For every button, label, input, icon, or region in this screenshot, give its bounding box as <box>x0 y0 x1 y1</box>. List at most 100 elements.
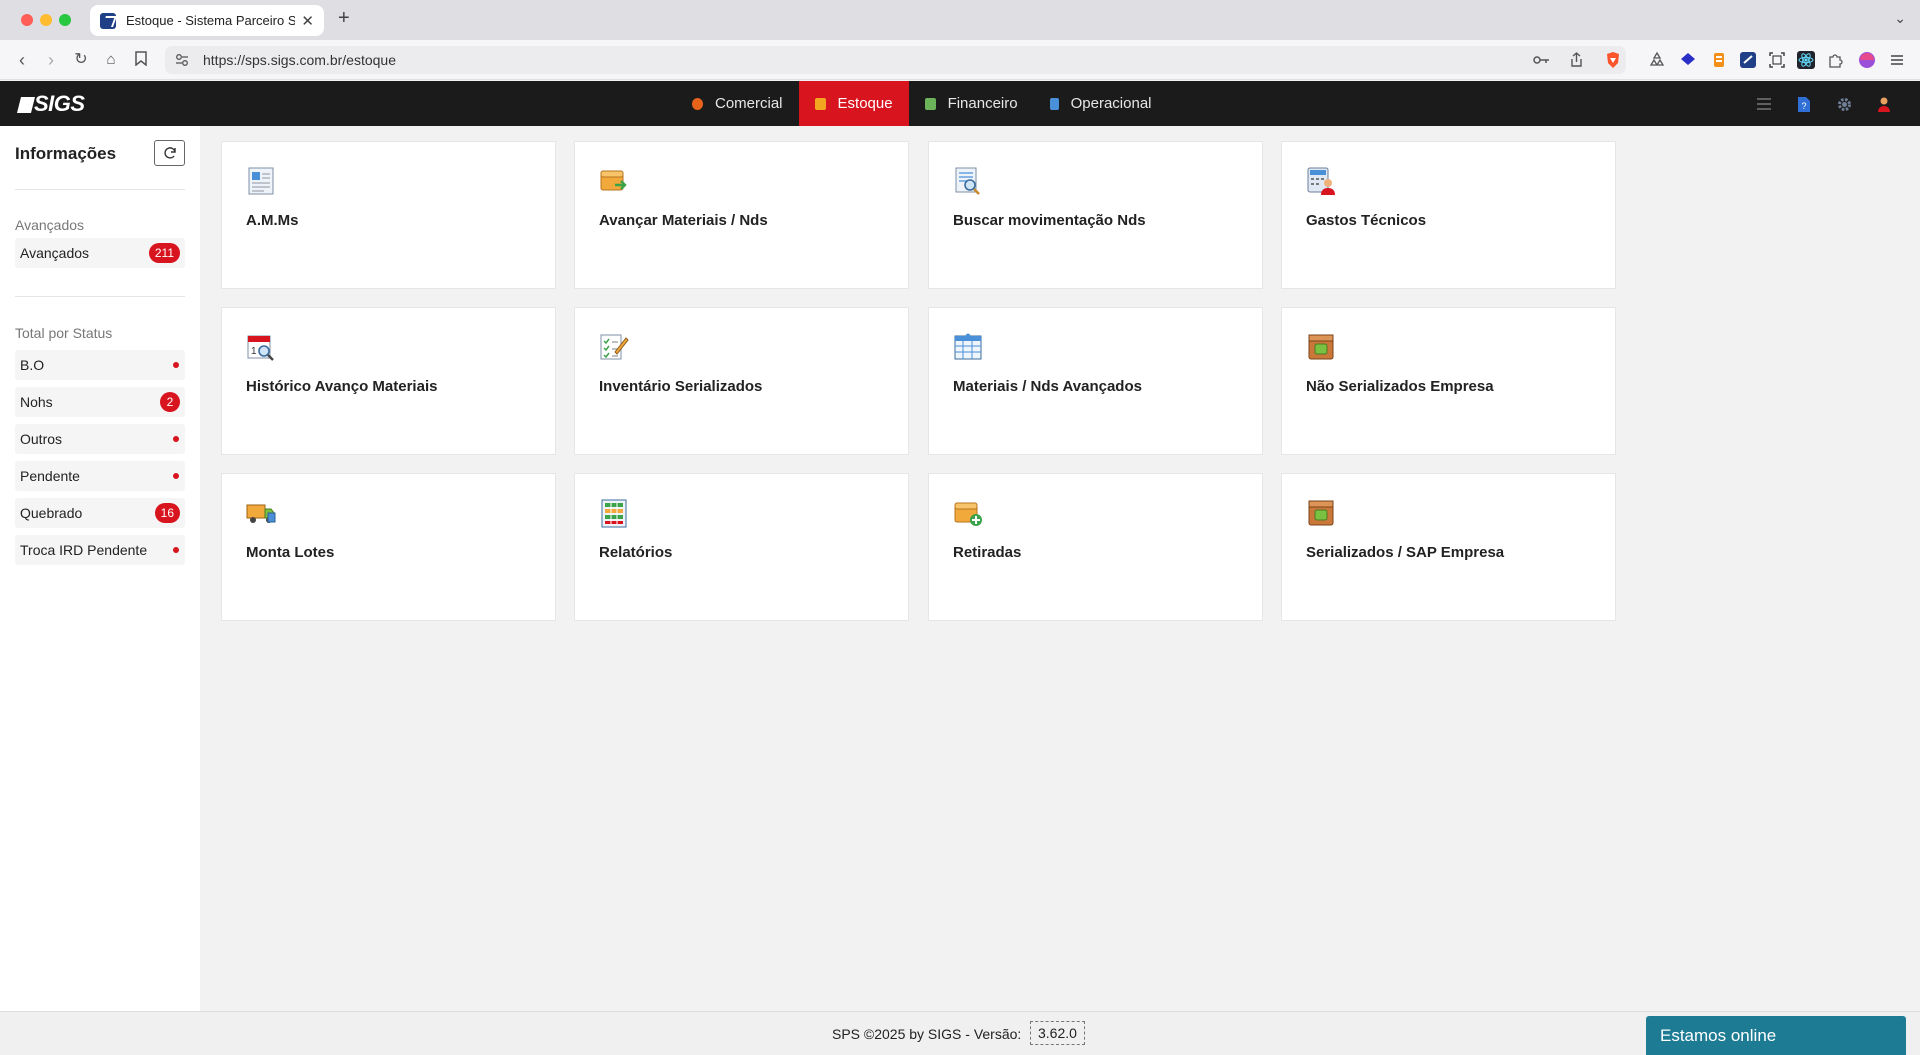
settings-gear-icon[interactable] <box>1831 91 1857 117</box>
extension-screenshot-icon[interactable] <box>1768 51 1786 69</box>
sidebar-divider <box>15 189 185 190</box>
sidebar-item-pendente[interactable]: Pendente <box>15 461 185 491</box>
maximize-window-button[interactable] <box>59 14 71 26</box>
info-sidebar: Informações Avançados Avançados 211 Tota… <box>0 126 200 1011</box>
card-amms[interactable]: A.M.Ms <box>221 141 556 289</box>
address-bar[interactable]: https://sps.sigs.com.br/estoque <box>165 46 1626 74</box>
package-icon <box>1308 334 1334 360</box>
browser-menu-icon[interactable] <box>1888 51 1906 69</box>
card-label: Avançar Materiais / Nds <box>599 212 768 229</box>
box-add-icon <box>954 502 982 526</box>
document-tag-icon <box>248 167 274 195</box>
profile-avatar-icon[interactable] <box>1858 51 1876 69</box>
sidebar-item-label: B.O <box>20 357 45 373</box>
card-relatorios[interactable]: Relatórios <box>574 473 909 621</box>
sidebar-item-label: Avançados <box>20 245 90 261</box>
tab-title: Estoque - Sistema Parceiro S <box>126 13 296 28</box>
browser-tabbar: Estoque - Sistema Parceiro S ✕ + ⌄ <box>0 0 1920 40</box>
refresh-icon <box>163 147 176 159</box>
report-icon <box>601 499 627 528</box>
extension-layers-icon[interactable] <box>1679 51 1697 69</box>
sidebar-item-outros[interactable]: Outros <box>15 424 185 454</box>
app-footer: SPS ©2025 by SIGS - Versão: 3.62.0 Estam… <box>0 1011 1920 1055</box>
card-label: Relatórios <box>599 544 673 561</box>
reload-icon[interactable]: ↻ <box>70 49 92 71</box>
help-document-icon[interactable]: ? <box>1791 91 1817 117</box>
sidebar-item-quebrado[interactable]: Quebrado 16 <box>15 498 185 528</box>
sidebar-item-label: Outros <box>20 431 63 447</box>
sigs-logo[interactable]: SIGS <box>17 91 85 117</box>
card-label: Serializados / SAP Empresa <box>1306 544 1505 561</box>
card-historico-avanco[interactable]: 1 Histórico Avanço Materiais <box>221 307 556 455</box>
home-icon[interactable]: ⌂ <box>100 49 122 71</box>
new-tab-button[interactable]: + <box>338 7 350 30</box>
sidebar-item-avancados[interactable]: Avançados 211 <box>15 238 185 268</box>
module-tab-financeiro[interactable]: Financeiro <box>909 81 1034 126</box>
extensions-puzzle-icon[interactable] <box>1827 51 1845 69</box>
svg-text:?: ? <box>1801 101 1806 111</box>
back-icon[interactable]: ‹ <box>11 49 33 71</box>
sidebar-item-bo[interactable]: B.O <box>15 350 185 380</box>
brave-shield-icon[interactable] <box>1605 51 1621 72</box>
sidebar-item-label: Nohs <box>20 394 53 410</box>
share-icon[interactable] <box>1570 52 1583 70</box>
user-avatar-icon[interactable] <box>1871 91 1897 117</box>
close-window-button[interactable] <box>21 14 33 26</box>
extension-react-icon[interactable] <box>1797 51 1815 69</box>
site-settings-icon[interactable] <box>175 53 189 67</box>
count-badge: 211 <box>148 243 180 263</box>
card-label: Gastos Técnicos <box>1306 212 1427 229</box>
section-advanced-heading: Avançados <box>15 217 85 233</box>
operacional-icon <box>1049 97 1059 110</box>
card-buscar-movimentacao[interactable]: Buscar movimentação Nds <box>928 141 1263 289</box>
section-status-heading: Total por Status <box>15 325 113 341</box>
card-label: Inventário Serializados <box>599 378 763 395</box>
module-nav: Comercial Estoque Financeiro Operacional <box>676 81 1168 126</box>
financeiro-icon <box>924 97 936 110</box>
forward-icon[interactable]: › <box>40 49 62 71</box>
sidebar-item-label: Pendente <box>20 468 80 484</box>
extension-recycle-icon[interactable] <box>1648 51 1666 69</box>
sidebar-item-troca-ird-pendente[interactable]: Troca IRD Pendente <box>15 535 185 565</box>
browser-tab[interactable]: Estoque - Sistema Parceiro S ✕ <box>90 5 324 36</box>
card-serializados-sap[interactable]: Serializados / SAP Empresa <box>1281 473 1616 621</box>
extension-sigs-icon[interactable] <box>1739 51 1757 69</box>
refresh-button[interactable] <box>154 140 185 166</box>
key-icon[interactable] <box>1533 52 1550 68</box>
sidebar-item-label: Troca IRD Pendente <box>20 542 148 558</box>
package-icon <box>1308 500 1334 526</box>
sidebar-item-nohs[interactable]: Nohs 2 <box>15 387 185 417</box>
chat-online-button[interactable]: Estamos online <box>1646 1016 1906 1055</box>
tab-close-icon[interactable]: ✕ <box>301 12 314 30</box>
module-tab-comercial[interactable]: Comercial <box>676 81 799 126</box>
calendar-search-icon: 1 <box>247 335 274 361</box>
menu-icon[interactable] <box>1751 91 1777 117</box>
module-tab-operacional[interactable]: Operacional <box>1034 81 1168 126</box>
card-gastos-tecnicos[interactable]: Gastos Técnicos <box>1281 141 1616 289</box>
card-nao-serializados[interactable]: Não Serializados Empresa <box>1281 307 1616 455</box>
truck-icon <box>246 504 276 523</box>
minimize-window-button[interactable] <box>40 14 52 26</box>
box-arrow-icon <box>600 170 627 191</box>
count-badge: 2 <box>160 392 180 412</box>
sidebar-divider <box>15 296 185 297</box>
card-avancar-materiais[interactable]: Avançar Materiais / Nds <box>574 141 909 289</box>
card-materiais-avancados[interactable]: Materiais / Nds Avançados <box>928 307 1263 455</box>
svg-text:1: 1 <box>251 346 257 357</box>
tab-list-chevron-icon[interactable]: ⌄ <box>1894 10 1906 27</box>
status-dot <box>173 547 179 553</box>
copyright-text: SPS ©2025 by SIGS - Versão: <box>832 1026 1022 1042</box>
card-inventario-serializados[interactable]: Inventário Serializados <box>574 307 909 455</box>
bookmark-icon[interactable] <box>130 49 152 71</box>
status-dot <box>173 362 179 368</box>
module-tab-estoque[interactable]: Estoque <box>798 81 909 126</box>
sigs-logo-mark-icon <box>17 97 35 113</box>
url-text: https://sps.sigs.com.br/estoque <box>203 52 396 68</box>
card-label: Histórico Avanço Materiais <box>246 378 438 395</box>
estoque-icon <box>814 97 826 110</box>
extension-orange-icon[interactable] <box>1710 51 1728 69</box>
card-retiradas[interactable]: Retiradas <box>928 473 1263 621</box>
search-document-icon <box>955 167 980 195</box>
card-monta-lotes[interactable]: Monta Lotes <box>221 473 556 621</box>
card-label: A.M.Ms <box>246 212 299 229</box>
